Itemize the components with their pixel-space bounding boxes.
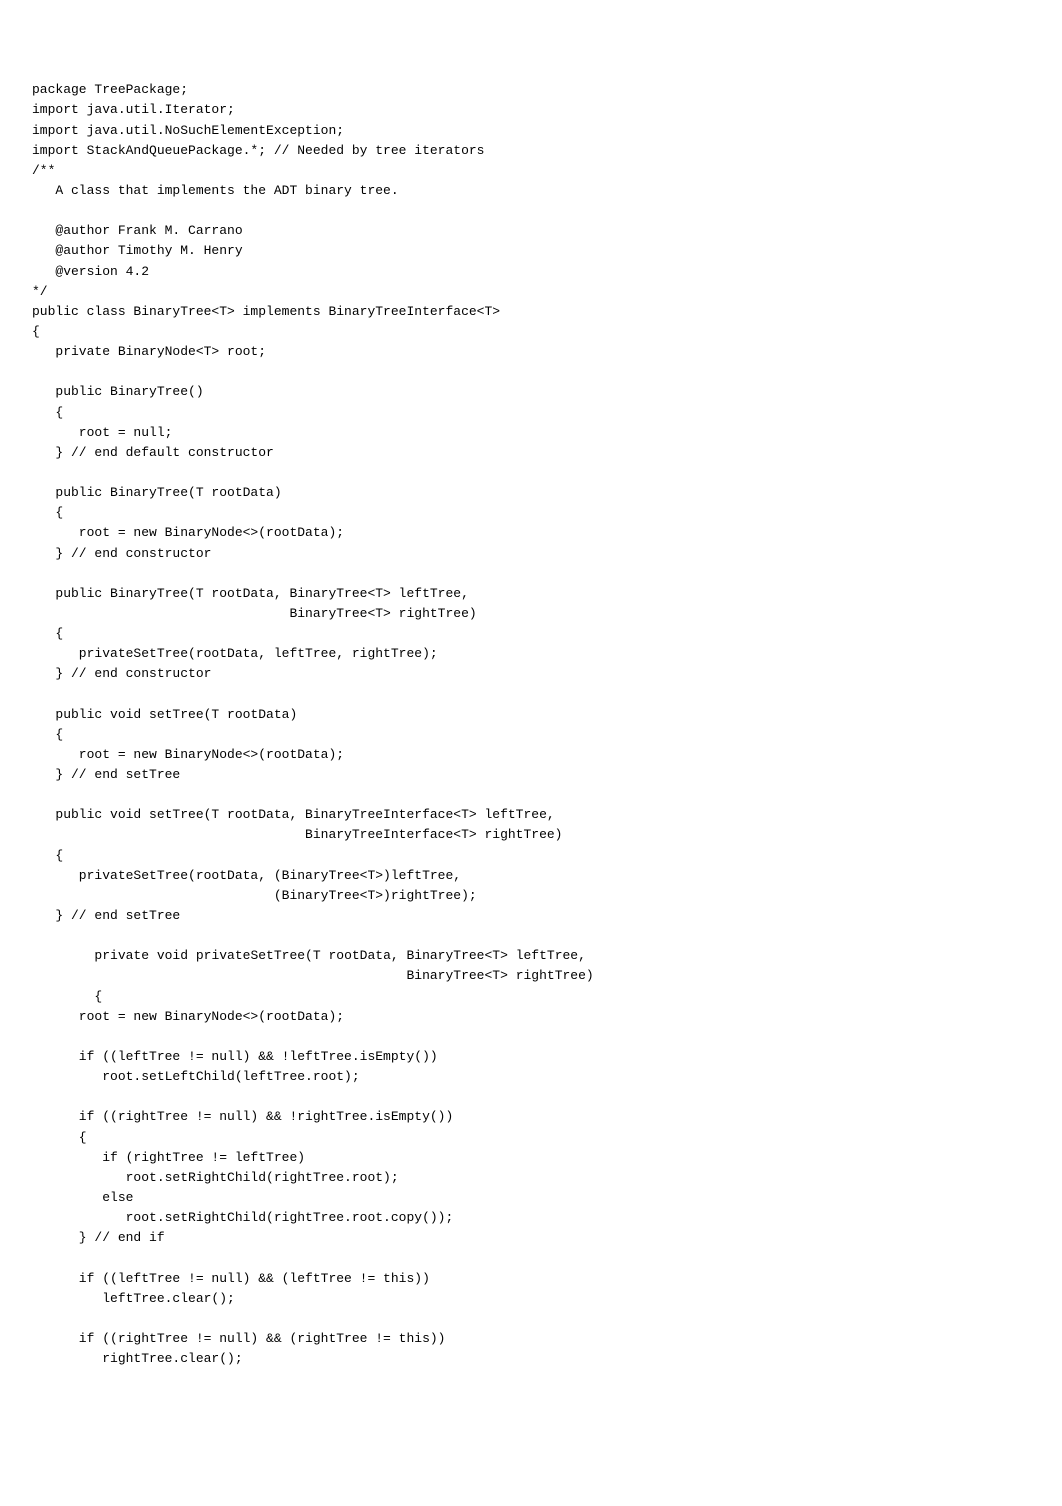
code-block: package TreePackage; import java.util.It… [32,80,1030,1369]
